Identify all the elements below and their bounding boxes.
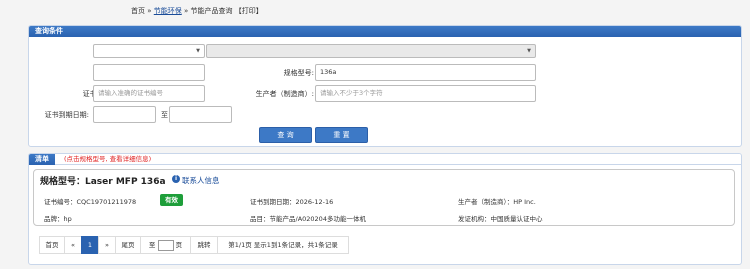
reset-button[interactable]: 重 置 (315, 127, 368, 143)
status-badge: 有效 (160, 194, 183, 206)
breadcrumb-home[interactable]: 首页 (131, 7, 145, 15)
list-panel-header: 清单 (点击规格型号, 查看详细信息) (29, 154, 741, 165)
chevron-down-icon: ▼ (196, 48, 200, 54)
query-panel: 查询条件 品目: ▼ ▼ 品牌: 规格型号: 136a 证书编号: 请输入准确的… (28, 25, 742, 147)
category-select[interactable]: ▼ (93, 44, 205, 58)
query-button[interactable]: 查 询 (259, 127, 312, 143)
breadcrumb-sep: » (147, 7, 152, 15)
list-panel-title: 清单 (29, 154, 55, 165)
cert-no-value: 证书编号：CQC19701211978 (44, 198, 137, 206)
breadcrumb-section[interactable]: 节能环保 (154, 7, 182, 15)
cert-no-input[interactable]: 请输入准确的证书编号 (93, 85, 205, 102)
brand-input[interactable] (93, 64, 205, 81)
expiry-to-input[interactable] (169, 106, 232, 123)
goto-prefix: 至 (148, 241, 156, 249)
pagination-summary: 第1/1页 显示1到1条记录，共1条记录 (217, 236, 349, 254)
expiry-to-separator: 至 (161, 111, 168, 119)
next-page-button[interactable]: » (98, 236, 116, 254)
last-page-button[interactable]: 尾页 (115, 236, 141, 254)
producer-input[interactable]: 请输入不少于3个字符 (315, 85, 536, 102)
jump-button[interactable]: 跳转 (190, 236, 218, 254)
query-panel-header: 查询条件 (29, 26, 741, 37)
list-item: 规格型号：Laser MFP 136a i 联系人信息 证书编号：CQC1970… (33, 169, 735, 226)
model-input[interactable]: 136a (315, 64, 536, 81)
first-page-button[interactable]: 首页 (39, 236, 65, 254)
goto-page-input[interactable] (157, 239, 174, 251)
breadcrumb-sep: » (184, 7, 189, 15)
category-value: 品目：节能产品/A020204多功能一体机 (250, 215, 366, 223)
goto-page-group: 至 页 (140, 236, 191, 254)
info-icon: i (172, 175, 180, 183)
breadcrumb-page: 节能产品查询 (190, 7, 233, 15)
expiry-value: 证书到期日期：2026-12-16 (250, 198, 334, 206)
model-label: 规格型号: (283, 69, 314, 77)
brand-value: 品牌：hp (44, 215, 72, 223)
chevron-down-icon: ▼ (527, 48, 531, 54)
expiry-from-input[interactable] (93, 106, 156, 123)
contact-info-link[interactable]: 联系人信息 (182, 175, 220, 186)
prev-page-button[interactable]: « (64, 236, 82, 254)
print-link[interactable]: 【打印】 (235, 7, 263, 15)
producer-label: 生产者（制造商）: (255, 90, 314, 98)
breadcrumb: 首页 » 节能环保 » 节能产品查询 【打印】 (131, 6, 263, 16)
list-hint: (点击规格型号, 查看详细信息) (64, 155, 152, 163)
subcategory-select[interactable]: ▼ (206, 44, 536, 58)
issuer-value: 发证机构：中国质量认证中心 (458, 215, 543, 223)
goto-suffix: 页 (175, 241, 183, 249)
expiry-label: 证书到期日期: (44, 111, 89, 119)
page-1-button[interactable]: 1 (81, 236, 99, 254)
model-title-link[interactable]: 规格型号：Laser MFP 136a (40, 174, 166, 187)
query-panel-title: 查询条件 (35, 27, 63, 35)
producer-value: 生产者（制造商）：HP Inc. (458, 198, 536, 206)
